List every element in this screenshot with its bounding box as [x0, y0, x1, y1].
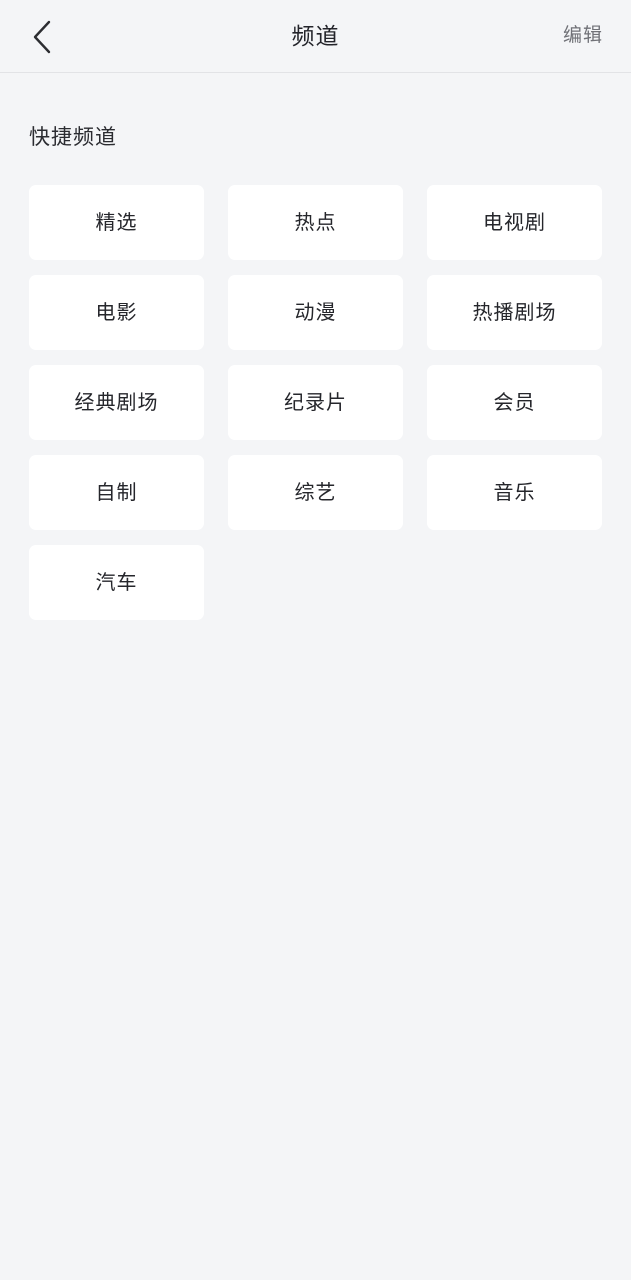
channel-tile[interactable]: 电影: [29, 275, 204, 350]
channel-tile-label: 音乐: [493, 481, 536, 504]
channel-tile-label: 热播剧场: [472, 301, 557, 324]
channel-tile-label: 电影: [95, 301, 138, 324]
channel-tile[interactable]: 纪录片: [228, 365, 403, 440]
channel-grid: 精选 热点 电视剧电影 动漫 热播剧场经典剧场 纪录片 会员自制 综艺 音乐汽车: [29, 185, 602, 620]
channel-tile[interactable]: 热播剧场: [427, 275, 602, 350]
edit-button[interactable]: 编辑: [563, 0, 603, 72]
channel-tile-label: 动漫: [294, 301, 337, 324]
channel-tile[interactable]: 动漫: [228, 275, 403, 350]
channel-tile-label: 热点: [294, 211, 337, 234]
channel-tile-label: 汽车: [95, 571, 138, 594]
channel-tile-label: 会员: [493, 391, 536, 414]
page-title: 频道: [291, 23, 340, 49]
section-title: 快捷频道: [29, 126, 117, 149]
channel-tile-label: 综艺: [294, 481, 337, 504]
navigation-bar: 频道 编辑: [0, 0, 631, 73]
channel-screen: 频道 编辑 快捷频道 精选 热点 电视剧电影 动漫 热播剧场经典剧场 纪录片 会员自制 综艺 音…: [0, 0, 631, 1280]
channel-tile[interactable]: 电视剧: [427, 185, 602, 260]
channel-tile[interactable]: 热点: [228, 185, 403, 260]
channel-tile[interactable]: 综艺: [228, 455, 403, 530]
channel-tile[interactable]: 精选: [29, 185, 204, 260]
channel-tile-label: 电视剧: [483, 211, 546, 234]
channel-tile[interactable]: 音乐: [427, 455, 602, 530]
channel-tile[interactable]: 自制: [29, 455, 204, 530]
channel-tile-label: 精选: [95, 211, 138, 234]
content-area: 快捷频道 精选 热点 电视剧电影 动漫 热播剧场经典剧场 纪录片 会员自制 综艺 音乐汽车: [0, 73, 631, 620]
channel-tile[interactable]: 汽车: [29, 545, 204, 620]
channel-tile[interactable]: 会员: [427, 365, 602, 440]
channel-tile-label: 纪录片: [284, 391, 347, 414]
channel-tile-label: 自制: [95, 481, 138, 504]
channel-tile-label: 经典剧场: [74, 391, 159, 414]
channel-tile[interactable]: 经典剧场: [29, 365, 204, 440]
